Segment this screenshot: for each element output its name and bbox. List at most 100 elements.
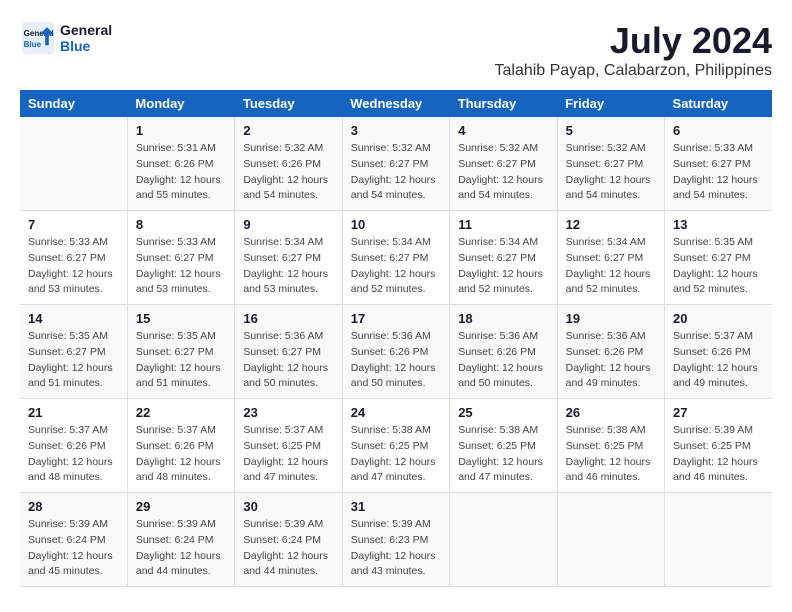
day-number: 5 [566,123,656,138]
day-number: 12 [566,217,656,232]
cell-info: Sunrise: 5:34 AM Sunset: 6:27 PM Dayligh… [351,235,441,298]
week-row-5: 28 Sunrise: 5:39 AM Sunset: 6:24 PM Dayli… [20,493,772,587]
cell-info: Sunrise: 5:32 AM Sunset: 6:27 PM Dayligh… [566,141,656,204]
week-row-3: 14 Sunrise: 5:35 AM Sunset: 6:27 PM Dayli… [20,305,772,399]
calendar-cell: 24 Sunrise: 5:38 AM Sunset: 6:25 PM Dayli… [342,399,449,493]
calendar-cell: 6 Sunrise: 5:33 AM Sunset: 6:27 PM Daylig… [665,117,772,211]
header-day-tuesday: Tuesday [235,90,342,117]
day-number: 16 [243,311,333,326]
calendar-cell: 18Sunrise: 5:36 AM Sunset: 6:26 PM Dayli… [450,305,557,399]
cell-info: Sunrise: 5:39 AM Sunset: 6:24 PM Dayligh… [28,517,119,580]
calendar-cell: 30 Sunrise: 5:39 AM Sunset: 6:24 PM Dayli… [235,493,342,587]
week-row-2: 7 Sunrise: 5:33 AM Sunset: 6:27 PM Daylig… [20,211,772,305]
calendar-cell: 7Sunrise: 5:33 AM Sunset: 6:27 PM Daylig… [20,211,127,305]
day-number: 11 [458,217,548,232]
calendar-cell: 16 Sunrise: 5:36 AM Sunset: 6:27 PM Dayli… [235,305,342,399]
day-number: 21 [28,405,119,420]
cell-info: Sunrise: 5:35 AM Sunset: 6:27 PM Dayligh… [28,329,119,392]
day-number: 4 [458,123,548,138]
cell-info: Sunrise: 5:34 AM Sunset: 6:27 PM Dayligh… [566,235,656,298]
cell-info: Sunrise: 5:36 AM Sunset: 6:27 PM Dayligh… [243,329,333,392]
subtitle: Talahib Payap, Calabarzon, Philippines [494,62,772,80]
calendar-cell [450,493,557,587]
week-row-1: 1 Sunrise: 5:31 AM Sunset: 6:26 PM Daylig… [20,117,772,211]
day-number: 23 [243,405,333,420]
calendar-cell: 28 Sunrise: 5:39 AM Sunset: 6:24 PM Dayli… [20,493,127,587]
calendar-cell: 13 Sunrise: 5:35 AM Sunset: 6:27 PM Dayli… [665,211,772,305]
calendar-cell: 11 Sunrise: 5:34 AM Sunset: 6:27 PM Dayli… [450,211,557,305]
cell-info: Sunrise: 5:39 AM Sunset: 6:23 PM Dayligh… [351,517,441,580]
day-number: 8 [136,217,226,232]
day-number: 9 [243,217,333,232]
day-number: 14 [28,311,119,326]
logo-icon: General Blue [20,20,56,56]
calendar-cell [665,493,772,587]
header-day-thursday: Thursday [450,90,557,117]
day-number: 20 [673,311,764,326]
cell-info: Sunrise: 5:39 AM Sunset: 6:24 PM Dayligh… [136,517,226,580]
day-number: 1 [136,123,226,138]
header-day-sunday: Sunday [20,90,127,117]
calendar-cell: 15 Sunrise: 5:35 AM Sunset: 6:27 PM Dayli… [127,305,234,399]
header-day-saturday: Saturday [665,90,772,117]
calendar-cell: 9Sunrise: 5:34 AM Sunset: 6:27 PM Daylig… [235,211,342,305]
cell-info: Sunrise: 5:39 AM Sunset: 6:24 PM Dayligh… [243,517,333,580]
day-number: 10 [351,217,441,232]
day-number: 28 [28,499,119,514]
day-number: 15 [136,311,226,326]
calendar-cell: 12 Sunrise: 5:34 AM Sunset: 6:27 PM Dayli… [557,211,664,305]
cell-info: Sunrise: 5:33 AM Sunset: 6:27 PM Dayligh… [136,235,226,298]
calendar-cell: 2Sunrise: 5:32 AM Sunset: 6:26 PM Daylig… [235,117,342,211]
calendar-cell: 19 Sunrise: 5:36 AM Sunset: 6:26 PM Dayli… [557,305,664,399]
header-day-wednesday: Wednesday [342,90,449,117]
calendar-cell: 23 Sunrise: 5:37 AM Sunset: 6:25 PM Dayli… [235,399,342,493]
logo: General Blue General Blue [20,20,112,56]
day-number: 17 [351,311,441,326]
cell-info: Sunrise: 5:38 AM Sunset: 6:25 PM Dayligh… [351,423,441,486]
title-area: July 2024 Talahib Payap, Calabarzon, Phi… [494,20,772,80]
cell-info: Sunrise: 5:36 AM Sunset: 6:26 PM Dayligh… [351,329,441,392]
cell-info: Sunrise: 5:35 AM Sunset: 6:27 PM Dayligh… [136,329,226,392]
header-day-monday: Monday [127,90,234,117]
cell-info: Sunrise: 5:32 AM Sunset: 6:27 PM Dayligh… [458,141,548,204]
day-number: 27 [673,405,764,420]
calendar-cell: 8 Sunrise: 5:33 AM Sunset: 6:27 PM Daylig… [127,211,234,305]
main-title: July 2024 [494,20,772,62]
day-number: 6 [673,123,764,138]
cell-info: Sunrise: 5:37 AM Sunset: 6:25 PM Dayligh… [243,423,333,486]
cell-info: Sunrise: 5:33 AM Sunset: 6:27 PM Dayligh… [673,141,764,204]
calendar-cell: 22Sunrise: 5:37 AM Sunset: 6:26 PM Dayli… [127,399,234,493]
calendar-cell: 14 Sunrise: 5:35 AM Sunset: 6:27 PM Dayli… [20,305,127,399]
day-number: 13 [673,217,764,232]
cell-info: Sunrise: 5:38 AM Sunset: 6:25 PM Dayligh… [458,423,548,486]
svg-text:Blue: Blue [24,40,42,49]
day-number: 29 [136,499,226,514]
calendar-header-row: SundayMondayTuesdayWednesdayThursdayFrid… [20,90,772,117]
calendar-cell: 5 Sunrise: 5:32 AM Sunset: 6:27 PM Daylig… [557,117,664,211]
logo-text: General Blue [60,22,112,54]
day-number: 24 [351,405,441,420]
calendar-cell: 26 Sunrise: 5:38 AM Sunset: 6:25 PM Dayli… [557,399,664,493]
cell-info: Sunrise: 5:35 AM Sunset: 6:27 PM Dayligh… [673,235,764,298]
cell-info: Sunrise: 5:36 AM Sunset: 6:26 PM Dayligh… [566,329,656,392]
cell-info: Sunrise: 5:31 AM Sunset: 6:26 PM Dayligh… [136,141,226,204]
calendar-cell: 10 Sunrise: 5:34 AM Sunset: 6:27 PM Dayli… [342,211,449,305]
day-number: 19 [566,311,656,326]
calendar-cell: 31Sunrise: 5:39 AM Sunset: 6:23 PM Dayli… [342,493,449,587]
cell-info: Sunrise: 5:37 AM Sunset: 6:26 PM Dayligh… [136,423,226,486]
day-number: 26 [566,405,656,420]
calendar-cell: 29 Sunrise: 5:39 AM Sunset: 6:24 PM Dayli… [127,493,234,587]
cell-info: Sunrise: 5:38 AM Sunset: 6:25 PM Dayligh… [566,423,656,486]
cell-info: Sunrise: 5:34 AM Sunset: 6:27 PM Dayligh… [458,235,548,298]
cell-info: Sunrise: 5:39 AM Sunset: 6:25 PM Dayligh… [673,423,764,486]
calendar-cell [20,117,127,211]
cell-info: Sunrise: 5:36 AM Sunset: 6:26 PM Dayligh… [458,329,548,392]
day-number: 7 [28,217,119,232]
calendar-table: SundayMondayTuesdayWednesdayThursdayFrid… [20,90,772,587]
calendar-cell: 20Sunrise: 5:37 AM Sunset: 6:26 PM Dayli… [665,305,772,399]
week-row-4: 21 Sunrise: 5:37 AM Sunset: 6:26 PM Dayli… [20,399,772,493]
calendar-cell: 4 Sunrise: 5:32 AM Sunset: 6:27 PM Daylig… [450,117,557,211]
calendar-cell [557,493,664,587]
cell-info: Sunrise: 5:32 AM Sunset: 6:26 PM Dayligh… [243,141,333,204]
day-number: 30 [243,499,333,514]
